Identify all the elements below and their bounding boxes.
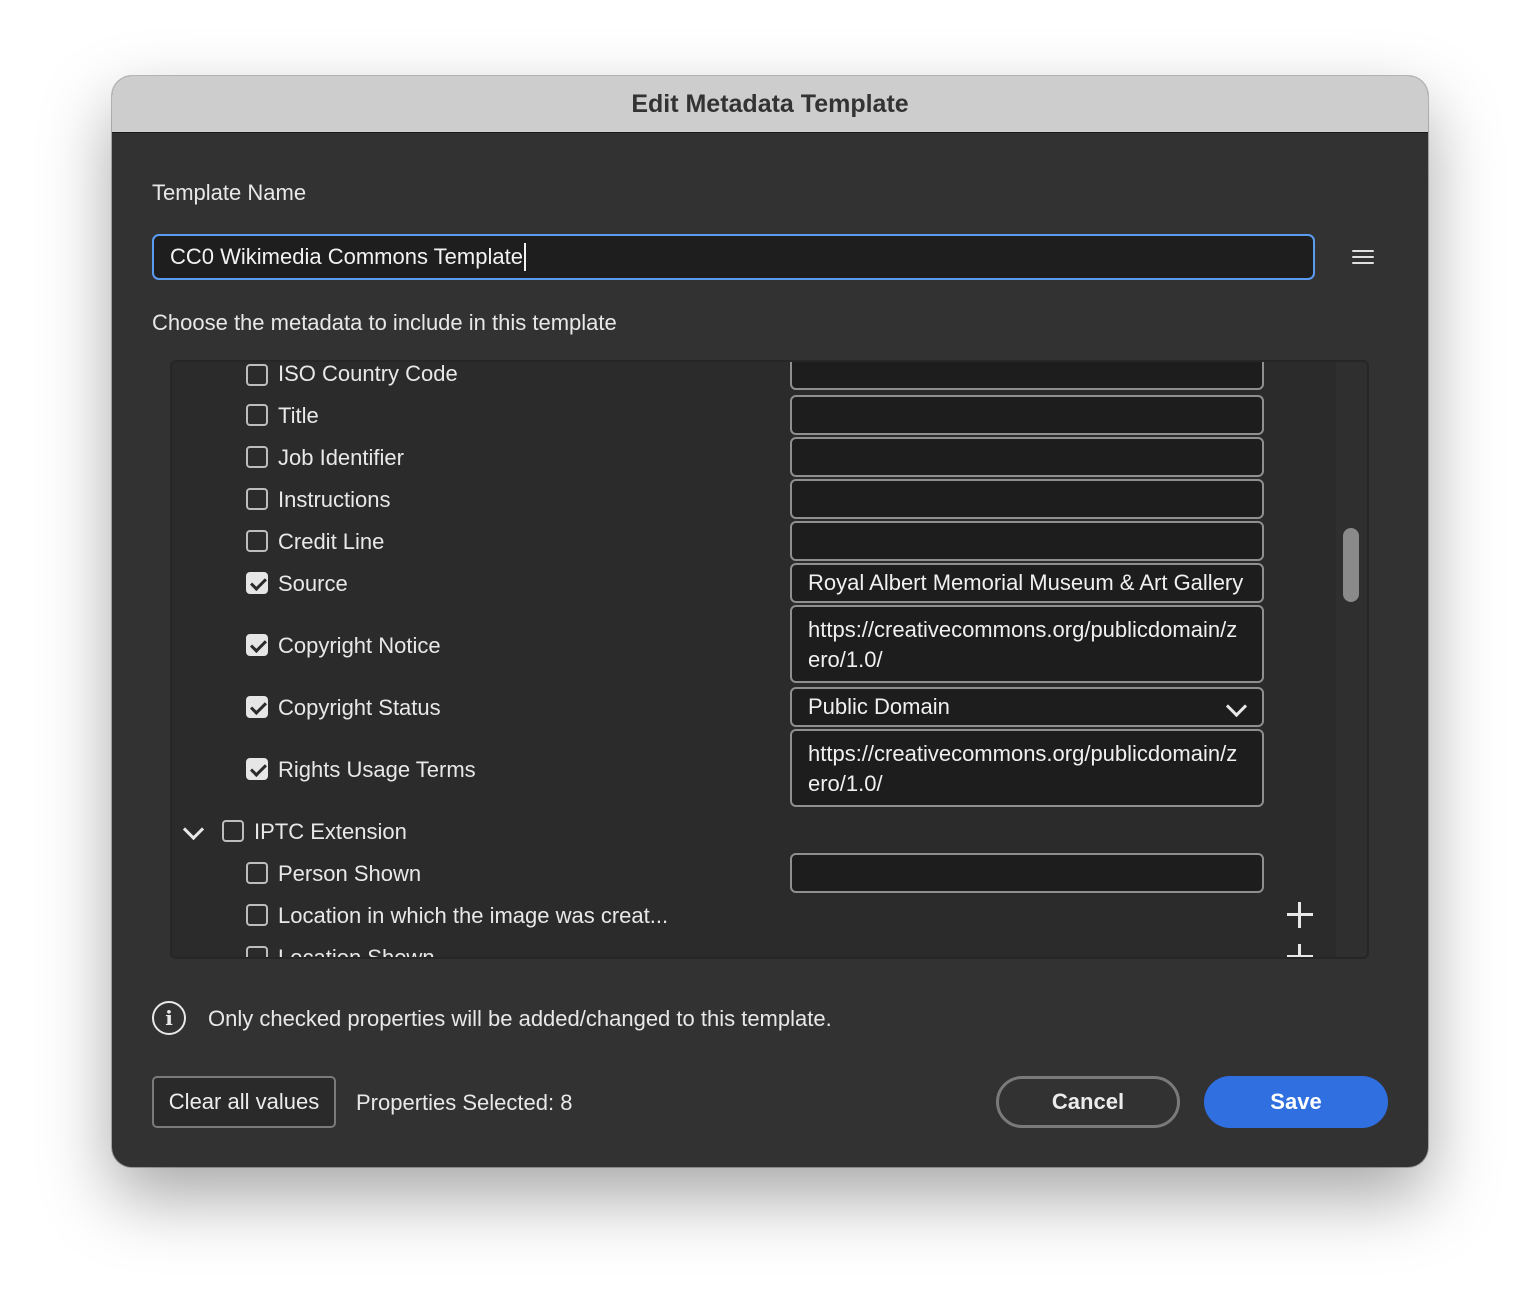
choose-metadata-label: Choose the metadata to include in this t…: [152, 310, 617, 335]
expand-chevron-icon[interactable]: [182, 818, 205, 841]
credit-line-field[interactable]: [790, 521, 1264, 561]
source-field[interactable]: Royal Albert Memorial Museum & Art Galle…: [790, 563, 1264, 603]
copyright-notice-checkbox[interactable]: [246, 634, 268, 656]
iptc-extension-checkbox[interactable]: [222, 820, 244, 842]
title-field[interactable]: [790, 395, 1264, 435]
copyright-status-select[interactable]: Public Domain: [790, 687, 1264, 727]
chevron-down-icon: [1225, 695, 1248, 718]
info-icon: i: [152, 1001, 186, 1035]
job-identifier-checkbox[interactable]: [246, 446, 268, 468]
credit-line-label: Credit Line: [278, 529, 385, 554]
info-text: Only checked properties will be added/ch…: [208, 1006, 832, 1031]
iso-country-code-field[interactable]: [790, 362, 1264, 390]
person-shown-field[interactable]: [790, 853, 1264, 893]
job-identifier-field[interactable]: [790, 437, 1264, 477]
instructions-checkbox[interactable]: [246, 488, 268, 510]
dialog-title: Edit Metadata Template: [112, 76, 1428, 133]
person-shown-checkbox[interactable]: [246, 862, 268, 884]
cancel-button[interactable]: Cancel: [996, 1076, 1180, 1128]
location-created-checkbox[interactable]: [246, 904, 268, 926]
scrollbar-thumb[interactable]: [1343, 528, 1359, 602]
save-button[interactable]: Save: [1204, 1076, 1388, 1128]
iso-country-code-label: ISO Country Code: [278, 361, 458, 386]
template-name-label: Template Name: [152, 180, 307, 205]
copyright-status-value: Public Domain: [808, 694, 950, 719]
source-label: Source: [278, 571, 348, 596]
job-identifier-label: Job Identifier: [278, 445, 404, 470]
rights-usage-terms-checkbox[interactable]: [246, 758, 268, 780]
edit-metadata-template-dialog: Edit Metadata Template Template Name CC0…: [112, 76, 1428, 1167]
copyright-notice-field[interactable]: https://creativecommons.org/publicdomain…: [790, 605, 1264, 683]
location-shown-label: Location Shown: [278, 945, 435, 959]
copyright-status-label: Copyright Status: [278, 695, 441, 720]
person-shown-label: Person Shown: [278, 861, 422, 886]
template-name-input[interactable]: CC0 Wikimedia Commons Template: [152, 234, 1315, 280]
scrollbar-track[interactable]: [1336, 362, 1367, 957]
title-label: Title: [278, 403, 319, 428]
hamburger-menu-icon[interactable]: [1352, 250, 1374, 266]
iptc-extension-label: IPTC Extension: [254, 819, 407, 844]
metadata-list[interactable]: ISO Country Code Title Job Identifier In…: [170, 360, 1369, 959]
template-name-value: CC0 Wikimedia Commons Template: [170, 244, 523, 269]
location-shown-checkbox[interactable]: [246, 946, 268, 957]
plus-icon[interactable]: [1287, 902, 1313, 928]
plus-icon[interactable]: [1287, 944, 1313, 957]
instructions-label: Instructions: [278, 487, 391, 512]
rights-usage-terms-label: Rights Usage Terms: [278, 757, 476, 782]
title-checkbox[interactable]: [246, 404, 268, 426]
text-caret: [523, 243, 526, 271]
source-checkbox[interactable]: [246, 572, 268, 594]
location-created-label: Location in which the image was creat...: [278, 903, 669, 928]
credit-line-checkbox[interactable]: [246, 530, 268, 552]
clear-all-values-button[interactable]: Clear all values: [152, 1076, 336, 1128]
instructions-field[interactable]: [790, 479, 1264, 519]
iso-country-code-checkbox[interactable]: [246, 364, 268, 386]
copyright-notice-label: Copyright Notice: [278, 633, 441, 658]
rights-usage-terms-field[interactable]: https://creativecommons.org/publicdomain…: [790, 729, 1264, 807]
properties-selected-count: Properties Selected: 8: [356, 1090, 573, 1115]
copyright-status-checkbox[interactable]: [246, 696, 268, 718]
